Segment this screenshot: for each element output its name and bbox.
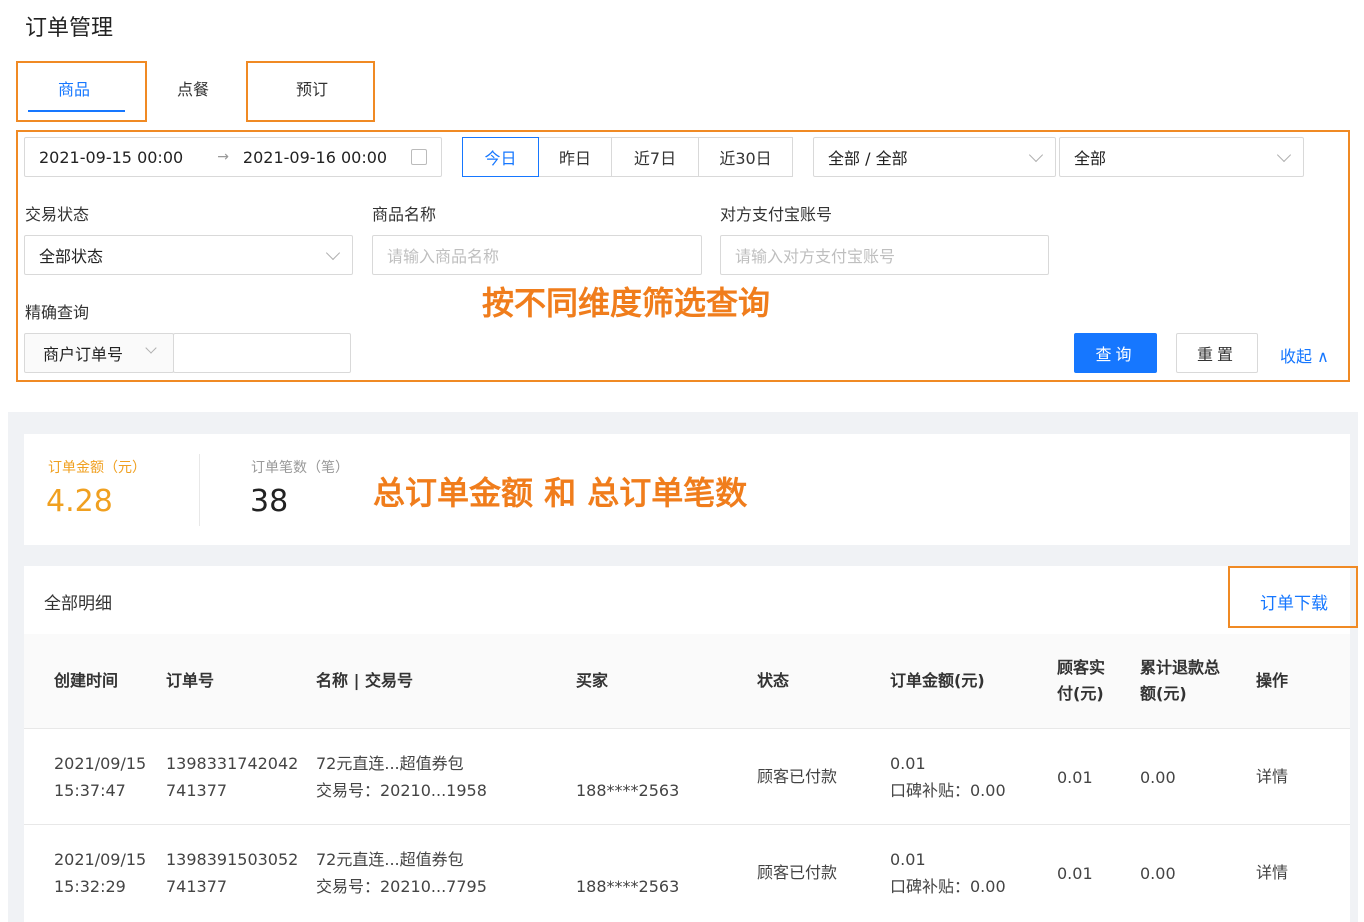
category-select[interactable]: 全部 / 全部 [813,137,1056,177]
row-detail-link[interactable]: 详情 [1256,763,1288,790]
product-name-placeholder: 请输入商品名称 [387,247,500,266]
row-subsidy: 口碑补贴：0.00 [890,781,1006,800]
quick-range-today[interactable]: 今日 [462,137,539,177]
row-trade-no: 交易号：20210...1958 [316,781,487,800]
row-time: 15:32:29 [54,877,126,896]
row-buyer: 188****2563 [576,877,680,896]
trade-status-value: 全部状态 [39,247,104,266]
row-buyer: 188****2563 [576,781,680,800]
row-date: 2021/09/15 [54,754,147,773]
date-end[interactable]: 2021-09-16 00:00 [243,148,387,167]
exact-query-type-select[interactable]: 商户订单号 [24,333,174,373]
row-product-name: 72元直连...超值券包 [316,850,464,869]
row-created-time: 2021/09/15 15:37:47 [54,750,146,804]
highlight-box-download [1228,566,1358,628]
col-customer-paid: 顾客实 付(元) [1057,655,1105,707]
row-status: 顾客已付款 [757,863,838,882]
col-total-refund: 累计退款总 额(元) [1140,655,1220,707]
chevron-down-icon [1028,147,1044,163]
summary-divider [199,454,200,526]
row-refund: 0.00 [1140,768,1176,787]
chevron-down-icon [325,245,341,261]
row-status: 顾客已付款 [757,767,838,786]
row-date: 2021/09/15 [54,850,147,869]
highlight-box-goods-tab [16,61,147,122]
detail-title: 全部明细 [44,594,112,614]
col-total-refund-line1: 累计退款总 [1140,658,1221,677]
row-time: 15:37:47 [54,781,126,800]
highlight-box-reservation-tab [246,61,375,122]
quick-range-group: 今日 昨日 近7日 近30日 [462,137,793,177]
row-product-name: 72元直连...超值券包 [316,754,464,773]
filter-annotation: 按不同维度筛选查询 [482,284,771,322]
scope-select-value: 全部 [1074,149,1107,168]
page-title: 订单管理 [25,16,114,41]
scope-select[interactable]: 全部 [1059,137,1304,177]
row-paid: 0.01 [1057,768,1093,787]
row-divider [24,824,1350,825]
row-detail-link[interactable]: 详情 [1256,859,1288,886]
quick-range-30days[interactable]: 近30日 [698,137,793,177]
row-subsidy: 口碑补贴：0.00 [890,877,1006,896]
count-label: 订单笔数（笔） [251,460,349,476]
row-order-no-line2: 741377 [166,877,228,896]
amount-value: 4.28 [46,484,113,519]
col-buyer: 买家 [576,671,609,690]
col-created-time: 创建时间 [54,671,119,690]
row-order-no: 1398331742042 741377 [166,750,298,804]
row-amount: 0.01 口碑补贴：0.00 [890,750,1006,804]
alipay-account-label: 对方支付宝账号 [720,205,833,224]
count-value: 38 [250,484,289,519]
row-name-trade: 72元直连...超值券包 交易号：20210...1958 [316,750,487,804]
chevron-down-icon [145,342,157,354]
col-order-no: 订单号 [166,671,215,690]
reset-button[interactable]: 重置 [1176,333,1258,373]
col-customer-paid-line2: 付(元) [1057,684,1104,703]
category-select-value: 全部 / 全部 [828,149,908,168]
calendar-icon[interactable] [411,149,427,165]
col-total-refund-line2: 额(元) [1140,684,1187,703]
col-order-amount: 订单金额(元) [890,671,985,690]
row-order-no-line1: 1398391503052 [166,850,299,869]
row-name-trade: 72元直连...超值券包 交易号：20210...7795 [316,846,487,900]
col-action: 操作 [1256,671,1289,690]
row-divider [24,728,1350,729]
row-refund: 0.00 [1140,864,1176,883]
row-order-no-line1: 1398331742042 [166,754,299,773]
row-order-no: 1398391503052 741377 [166,846,298,900]
row-created-time: 2021/09/15 15:32:29 [54,846,146,900]
alipay-account-placeholder: 请输入对方支付宝账号 [735,247,896,266]
col-status: 状态 [757,671,790,690]
tab-ordering[interactable]: 点餐 [177,76,209,100]
col-customer-paid-line1: 顾客实 [1057,658,1106,677]
quick-range-7days[interactable]: 近7日 [611,137,699,177]
row-paid: 0.01 [1057,864,1093,883]
row-amount: 0.01 口碑补贴：0.00 [890,846,1006,900]
date-range-arrow-icon: → [217,149,229,165]
row-amount-value: 0.01 [890,850,926,869]
exact-query-label: 精确查询 [25,303,90,322]
product-name-label: 商品名称 [372,205,437,224]
query-button[interactable]: 查询 [1074,333,1157,373]
quick-range-yesterday[interactable]: 昨日 [538,137,612,177]
trade-status-select[interactable]: 全部状态 [24,235,353,275]
collapse-link[interactable]: 收起 ∧ [1280,343,1329,367]
amount-label: 订单金额（元） [48,460,146,476]
product-name-input[interactable]: 请输入商品名称 [372,235,702,275]
row-amount-value: 0.01 [890,754,926,773]
exact-query-input[interactable] [173,333,351,373]
date-range-picker[interactable]: 2021-09-15 00:00 → 2021-09-16 00:00 [24,137,442,177]
row-trade-no: 交易号：20210...7795 [316,877,487,896]
summary-annotation: 总订单金额 和 总订单笔数 [373,474,748,512]
date-start[interactable]: 2021-09-15 00:00 [39,148,183,167]
trade-status-label: 交易状态 [25,205,90,224]
col-name-trade-no: 名称 | 交易号 [316,671,413,690]
alipay-account-input[interactable]: 请输入对方支付宝账号 [720,235,1049,275]
chevron-down-icon [1276,147,1292,163]
row-order-no-line2: 741377 [166,781,228,800]
exact-query-type-value: 商户订单号 [43,345,124,364]
